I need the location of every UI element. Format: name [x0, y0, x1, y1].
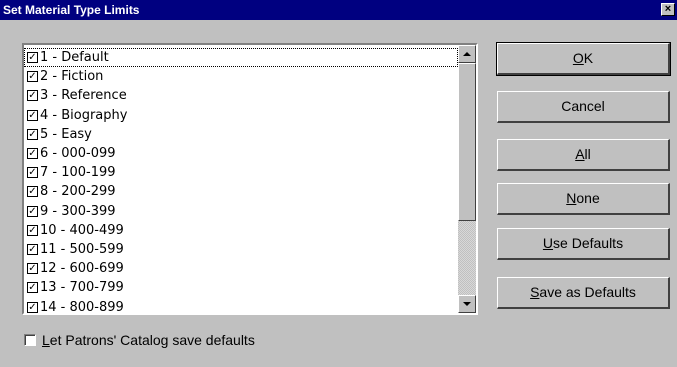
list-item-label: 7 - 100-199	[40, 165, 116, 181]
list-item[interactable]: ✓ 7 - 100-199	[24, 163, 458, 182]
checkbox-icon[interactable]: ✓	[27, 52, 38, 64]
list-item-label: 11 - 500-599	[40, 241, 124, 257]
window-title: Set Material Type Limits	[3, 3, 140, 17]
list-item-label: 4 - Biography	[40, 107, 128, 123]
checkbox-icon[interactable]: ✓	[27, 301, 38, 313]
list-item[interactable]: ✓ 4 - Biography	[24, 106, 458, 125]
list-item[interactable]: ✓ 2 - Fiction	[24, 67, 458, 86]
list-item-label: 10 - 400-499	[40, 222, 124, 238]
cancel-button[interactable]: Cancel	[497, 91, 670, 123]
checkbox-icon[interactable]: ✓	[27, 148, 38, 160]
list-item-label: 2 - Fiction	[40, 69, 104, 85]
list-item-label: 5 - Easy	[40, 126, 92, 142]
all-label: ll	[584, 146, 591, 162]
all-mnemonic: A	[575, 146, 585, 162]
checkbox-icon[interactable]: ✓	[27, 282, 38, 294]
none-button[interactable]: None	[497, 183, 670, 215]
list-item-label: 9 - 300-399	[40, 203, 116, 219]
material-type-list[interactable]: ✓ 1 - Default ✓ 2 - Fiction ✓ 3 - Reference ✓ 4…	[22, 43, 478, 315]
list-item[interactable]: ✓ 6 - 000-099	[24, 144, 458, 163]
list-item[interactable]: ✓ 10 - 400-499	[24, 221, 458, 240]
save-as-defaults-button[interactable]: Save as Defaults	[497, 277, 670, 309]
list-item[interactable]: ✓ 5 - Easy	[24, 125, 458, 144]
list-item[interactable]: ✓ 11 - 500-599	[24, 240, 458, 259]
arrow-up-icon	[463, 52, 471, 56]
list-item[interactable]: ✓ 9 - 300-399	[24, 202, 458, 221]
arrow-down-icon	[463, 302, 471, 306]
cancel-label: Cancel	[561, 98, 605, 114]
scroll-up-button[interactable]	[458, 45, 476, 63]
list-item-label: 6 - 000-099	[40, 146, 116, 162]
checkbox-icon[interactable]: ✓	[27, 109, 38, 121]
list-item[interactable]: ✓ 13 - 700-799	[24, 278, 458, 297]
list-scrollbar[interactable]	[458, 45, 476, 313]
title-bar: Set Material Type Limits ×	[0, 0, 677, 20]
ok-button[interactable]: OK	[496, 42, 671, 76]
list-item-label: 12 - 600-699	[40, 261, 124, 277]
ok-label: K	[583, 50, 594, 66]
checkbox-icon[interactable]: ✓	[27, 128, 38, 140]
none-label: one	[576, 190, 600, 206]
checkbox-icon[interactable]: ✓	[27, 243, 38, 255]
list-item[interactable]: ✓ 12 - 600-699	[24, 259, 458, 278]
all-button[interactable]: All	[497, 139, 670, 171]
checkbox-icon[interactable]: ✓	[27, 90, 38, 102]
checkbox-icon[interactable]: ✓	[27, 167, 38, 179]
list-item[interactable]: ✓ 3 - Reference	[24, 86, 458, 105]
checkbox-icon[interactable]: ✓	[27, 71, 38, 83]
material-type-items: ✓ 1 - Default ✓ 2 - Fiction ✓ 3 - Reference ✓ 4…	[24, 48, 458, 315]
scroll-down-button[interactable]	[458, 295, 476, 313]
ok-mnemonic: O	[572, 50, 584, 66]
list-item[interactable]: ✓ 8 - 200-299	[24, 182, 458, 201]
save-as-defaults-label: ave as Defaults	[539, 284, 636, 300]
use-defaults-button[interactable]: Use Defaults	[497, 228, 670, 260]
footer-label-mnemonic: L	[42, 332, 50, 348]
checkbox-icon[interactable]: ✓	[27, 186, 38, 198]
list-item[interactable]: ✓ 14 - 800-899	[24, 297, 458, 315]
checkbox-box[interactable]	[24, 334, 36, 346]
none-mnemonic: N	[566, 190, 577, 206]
use-defaults-label: se Defaults	[553, 235, 624, 251]
patrons-catalog-save-defaults-checkbox[interactable]: Let Patrons' Catalog save defaults	[24, 332, 255, 348]
scroll-thumb[interactable]	[458, 63, 476, 221]
checkbox-icon[interactable]: ✓	[27, 263, 38, 275]
checkbox-icon[interactable]: ✓	[27, 224, 38, 236]
list-item[interactable]: ✓ 1 - Default	[24, 48, 458, 68]
close-button[interactable]: ×	[661, 3, 675, 16]
checkbox-icon[interactable]: ✓	[27, 205, 38, 217]
list-item-label: 14 - 800-899	[40, 299, 124, 315]
list-item-label: 8 - 200-299	[40, 184, 116, 200]
list-item-label: 13 - 700-799	[40, 280, 124, 296]
footer-label: et Patrons' Catalog save defaults	[49, 332, 255, 348]
list-item-label: 3 - Reference	[40, 88, 127, 104]
list-item-label: 1 - Default	[40, 50, 109, 66]
use-defaults-mnemonic: U	[542, 235, 554, 251]
close-icon: ×	[664, 3, 672, 15]
